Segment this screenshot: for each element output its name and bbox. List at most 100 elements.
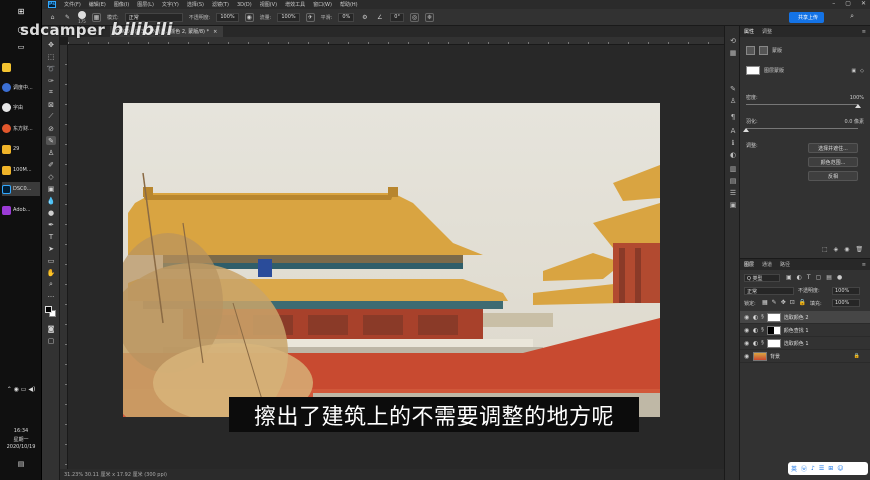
lock-artboard-icon[interactable]: ⊡ bbox=[790, 299, 795, 306]
photo-forbidden-city[interactable] bbox=[123, 103, 660, 417]
lock-pixels-icon[interactable]: ▦ bbox=[762, 299, 768, 306]
eye-icon[interactable]: ◉ bbox=[744, 327, 750, 334]
add-pixel-mask-icon[interactable]: ▣ bbox=[851, 68, 856, 74]
menu-select[interactable]: 选择(S) bbox=[187, 1, 204, 8]
layer-row[interactable]: ◉ 背景 🔒 bbox=[740, 350, 870, 363]
pixel-mask-icon[interactable] bbox=[746, 46, 755, 55]
filter-pixel-icon[interactable]: ▣ bbox=[786, 274, 792, 281]
eye-icon[interactable]: ◉ bbox=[744, 353, 750, 360]
minimize-icon[interactable]: – bbox=[832, 0, 835, 7]
taskbar-app-0[interactable] bbox=[2, 60, 40, 74]
adjustments-panel-icon[interactable]: ◐ bbox=[728, 150, 738, 159]
gradient-tool-icon[interactable]: ▣ bbox=[46, 184, 56, 193]
panel-menu-icon[interactable]: ≡ bbox=[862, 262, 866, 268]
select-and-mask-button[interactable]: 选择并遮住... bbox=[808, 143, 858, 153]
load-selection-icon[interactable]: ⬚ bbox=[822, 246, 828, 253]
eye-icon[interactable]: ◉ bbox=[744, 314, 750, 321]
opacity-input[interactable]: 100% bbox=[216, 12, 239, 22]
delete-icon[interactable]: 🗑 bbox=[856, 246, 864, 253]
eye-icon[interactable]: ◉ bbox=[744, 340, 750, 347]
taskbar-app-6[interactable]: DSC0... bbox=[2, 182, 40, 196]
ime-voice-icon[interactable]: ♪ bbox=[811, 465, 815, 472]
layer-comps-icon[interactable]: ☰ bbox=[728, 188, 738, 197]
smooth-input[interactable]: 0% bbox=[338, 12, 355, 22]
task-view-icon[interactable]: ▭ bbox=[2, 40, 40, 54]
share-button[interactable]: 共享上传 bbox=[791, 12, 824, 23]
ime-mode-icon[interactable]: 英 bbox=[791, 464, 797, 473]
paragraph-panel-icon[interactable]: ¶ bbox=[728, 112, 738, 121]
marquee-tool-icon[interactable]: ⬚ bbox=[46, 52, 56, 61]
eyedropper-tool-icon[interactable]: ⟋ bbox=[46, 112, 56, 121]
menu-window[interactable]: 窗口(W) bbox=[313, 1, 332, 8]
menu-edit[interactable]: 编辑(E) bbox=[89, 1, 106, 8]
healing-brush-tool-icon[interactable]: ⊘ bbox=[46, 124, 56, 133]
clock-time[interactable]: 16:34 bbox=[0, 428, 42, 434]
density-slider-knob[interactable] bbox=[855, 104, 861, 108]
hand-tool-icon[interactable]: ✋ bbox=[46, 268, 56, 277]
path-select-tool-icon[interactable]: ➤ bbox=[46, 244, 56, 253]
lock-icon[interactable]: 🔒 bbox=[854, 353, 860, 359]
tab-adjustments[interactable]: 调整 bbox=[762, 28, 772, 35]
ime-menu-icon[interactable]: ☰ bbox=[819, 465, 824, 472]
layer-mask-thumb[interactable] bbox=[766, 325, 781, 335]
menu-plugins[interactable]: 增效工具 bbox=[285, 1, 305, 8]
dodge-tool-icon[interactable]: ● bbox=[46, 208, 56, 217]
frame-tool-icon[interactable]: ⊠ bbox=[46, 100, 56, 109]
tab-paths[interactable]: 路径 bbox=[780, 261, 790, 268]
taskbar-app-2[interactable]: 字由 bbox=[2, 100, 40, 114]
styles-panel-icon[interactable]: ▤ bbox=[728, 176, 738, 185]
filter-type-icon[interactable]: T bbox=[807, 274, 811, 281]
close-icon[interactable]: ✕ bbox=[861, 0, 866, 7]
angle-input[interactable]: 0° bbox=[390, 12, 404, 22]
filter-toggle-icon[interactable]: ● bbox=[837, 274, 842, 281]
density-slider[interactable] bbox=[746, 104, 861, 108]
crop-tool-icon[interactable]: ⌗ bbox=[46, 88, 56, 97]
tab-layers[interactable]: 图层 bbox=[744, 261, 754, 268]
zoom-tool-icon[interactable]: ⌕ bbox=[46, 280, 56, 289]
visibility-icon[interactable]: ◉ bbox=[844, 246, 849, 253]
pressure-size-icon[interactable]: ◎ bbox=[409, 12, 419, 22]
history-panel-icon[interactable]: ⟲ bbox=[728, 36, 738, 45]
layer-mask-thumb[interactable] bbox=[766, 338, 781, 348]
clone-source-icon[interactable]: ♙ bbox=[728, 96, 738, 105]
taskbar-app-7[interactable]: Adob... bbox=[2, 203, 40, 217]
pen-tool-icon[interactable]: ✒ bbox=[46, 220, 56, 229]
layer-opacity-input[interactable]: 100% bbox=[832, 287, 860, 295]
menu-image[interactable]: 图像(I) bbox=[114, 1, 129, 8]
filter-shape-icon[interactable]: ▢ bbox=[816, 274, 822, 281]
clone-stamp-tool-icon[interactable]: ♙ bbox=[46, 148, 56, 157]
layer-row[interactable]: ◉ ◐ § 颜色查找 1 bbox=[740, 324, 870, 337]
tray-icons[interactable]: ⌃ ◉ ▭ ◀) bbox=[0, 386, 42, 393]
menu-layer[interactable]: 图层(L) bbox=[137, 1, 154, 8]
layer-row[interactable]: ◉ ◐ § 选取颜色 2 bbox=[740, 311, 870, 324]
invert-button[interactable]: 反相 bbox=[808, 171, 858, 181]
character-panel-icon[interactable]: A bbox=[728, 126, 738, 135]
brush-panel-icon[interactable]: ✎ bbox=[728, 84, 738, 93]
history-brush-tool-icon[interactable]: ✐ bbox=[46, 160, 56, 169]
airbrush-icon[interactable]: ✈ bbox=[305, 12, 315, 22]
ime-keyboard-icon[interactable]: ⊞ bbox=[828, 465, 833, 472]
screen-mode-icon[interactable]: ▢ bbox=[46, 336, 56, 345]
lock-position-icon[interactable]: ✥ bbox=[781, 299, 786, 306]
taskbar-app-3[interactable]: 东方财... bbox=[2, 121, 40, 135]
apply-mask-icon[interactable]: ◈ bbox=[834, 246, 839, 253]
windows-start-icon[interactable]: ⊞ bbox=[2, 4, 40, 18]
move-tool-icon[interactable]: ✥ bbox=[46, 40, 56, 49]
input-method-bar[interactable]: 英 ⓦ ♪ ☰ ⊞ ☺ bbox=[788, 462, 868, 475]
eraser-tool-icon[interactable]: ◇ bbox=[46, 172, 56, 181]
maximize-icon[interactable]: ▢ bbox=[845, 0, 851, 7]
taskbar-app-4[interactable]: 29 bbox=[2, 142, 40, 156]
lasso-tool-icon[interactable]: ➰ bbox=[46, 64, 56, 73]
gear-icon[interactable]: ⚙ bbox=[360, 13, 369, 22]
ime-punct-icon[interactable]: ⓦ bbox=[801, 464, 807, 473]
layer-filter-select[interactable]: Q 类型 bbox=[744, 274, 780, 282]
taskbar-app-5[interactable]: 100M... bbox=[2, 163, 40, 177]
menu-filter[interactable]: 滤镜(T) bbox=[212, 1, 229, 8]
libraries-panel-icon[interactable]: ▥ bbox=[728, 164, 738, 173]
blur-tool-icon[interactable]: 💧 bbox=[46, 196, 56, 205]
taskbar-app-1[interactable]: 调度中... bbox=[2, 80, 40, 94]
layer-mask-thumb[interactable] bbox=[766, 312, 781, 322]
filter-adjust-icon[interactable]: ◐ bbox=[797, 274, 802, 281]
quick-select-tool-icon[interactable]: ✑ bbox=[46, 76, 56, 85]
tab-properties[interactable]: 属性 bbox=[744, 28, 754, 35]
